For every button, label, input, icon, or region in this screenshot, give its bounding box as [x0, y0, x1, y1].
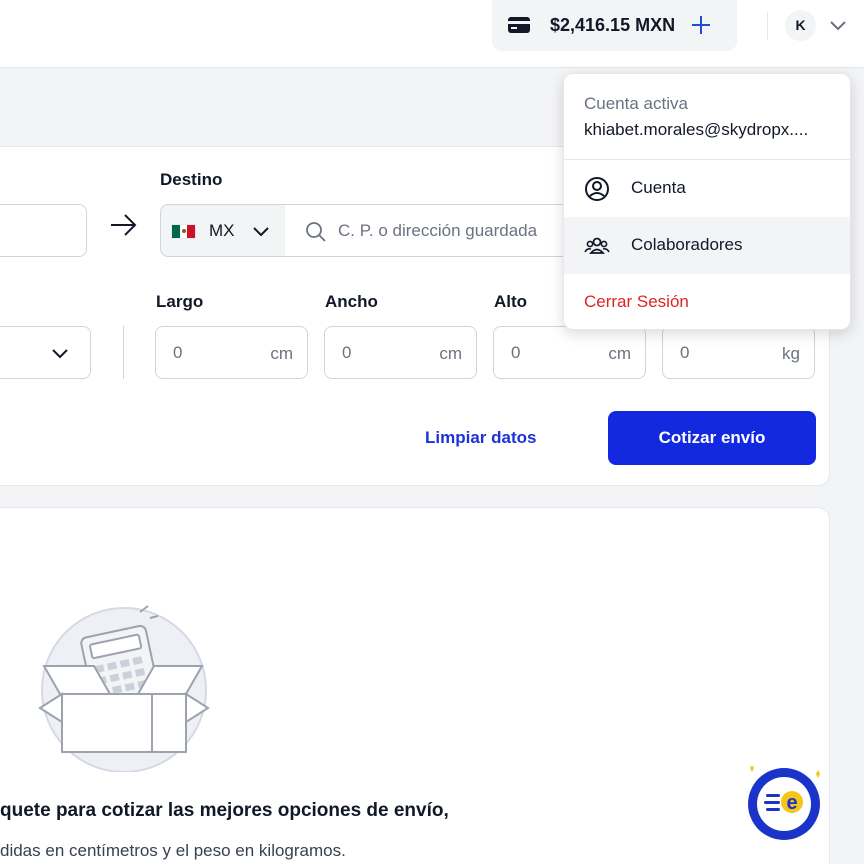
height-unit: cm: [608, 344, 631, 363]
avatar[interactable]: K: [785, 10, 816, 41]
destination-address-input[interactable]: C. P. o dirección guardada: [285, 204, 585, 257]
width-label: Ancho: [325, 292, 378, 311]
add-balance-button[interactable]: [688, 12, 714, 38]
package-select[interactable]: [0, 326, 91, 379]
help-chat-icon[interactable]: e: [746, 766, 822, 842]
menu-item-label: Cerrar Sesión: [584, 292, 689, 311]
menu-item-label: Colaboradores: [631, 235, 743, 254]
header-divider: [767, 12, 768, 40]
active-account-label: Cuenta activa: [584, 94, 688, 113]
country-select[interactable]: MX: [160, 204, 286, 257]
form-separator: [123, 326, 124, 379]
balance-widget[interactable]: $2,416.15 MXN: [492, 0, 737, 51]
menu-item-logout[interactable]: Cerrar Sesión: [564, 274, 850, 329]
user-menu: Cuenta activa khiabet.morales@skydropx..…: [563, 73, 851, 330]
address-placeholder: C. P. o dirección guardada: [338, 221, 538, 240]
mexico-flag-icon: [171, 224, 196, 239]
country-code: MX: [209, 221, 235, 240]
length-unit: cm: [270, 344, 293, 363]
svg-text:e: e: [786, 792, 797, 814]
menu-item-account[interactable]: Cuenta: [564, 160, 850, 217]
menu-item-collaborators[interactable]: Colaboradores: [564, 217, 850, 274]
account-email: khiabet.morales@skydropx....: [584, 120, 809, 139]
balance-amount: $2,416.15 MXN: [550, 15, 676, 35]
width-input[interactable]: 0 cm: [324, 326, 477, 379]
clear-data-link[interactable]: Limpiar datos: [425, 428, 536, 448]
users-group-icon: [584, 237, 610, 254]
arrow-right-icon: [111, 214, 137, 236]
weight-value: 0: [680, 343, 690, 362]
chevron-down-icon: [253, 227, 269, 237]
credit-card-icon: [508, 17, 530, 33]
destination-label: Destino: [160, 170, 223, 189]
empty-state-title: quete para cotizar las mejores opciones …: [0, 800, 449, 821]
chevron-down-icon: [52, 349, 68, 359]
user-circle-icon: [585, 177, 609, 201]
width-value: 0: [342, 343, 352, 362]
length-input[interactable]: 0 cm: [155, 326, 308, 379]
weight-unit: kg: [782, 344, 800, 363]
weight-input[interactable]: 0 kg: [662, 326, 815, 379]
chevron-down-icon[interactable]: [828, 16, 848, 36]
quote-shipment-button[interactable]: Cotizar envío: [608, 411, 816, 465]
height-input[interactable]: 0 cm: [493, 326, 646, 379]
menu-item-label: Cuenta: [631, 178, 686, 197]
empty-state-subtitle: didas en centímetros y el peso en kilogr…: [0, 841, 346, 860]
origin-input[interactable]: [0, 204, 87, 257]
plus-icon: [692, 16, 710, 34]
box-calculator-illustration: [38, 605, 210, 772]
top-bar: $2,416.15 MXN K: [0, 0, 864, 68]
height-value: 0: [511, 343, 521, 362]
length-label: Largo: [156, 292, 204, 311]
height-label: Alto: [494, 292, 528, 311]
search-icon: [306, 222, 326, 242]
length-value: 0: [173, 343, 183, 362]
width-unit: cm: [439, 344, 462, 363]
